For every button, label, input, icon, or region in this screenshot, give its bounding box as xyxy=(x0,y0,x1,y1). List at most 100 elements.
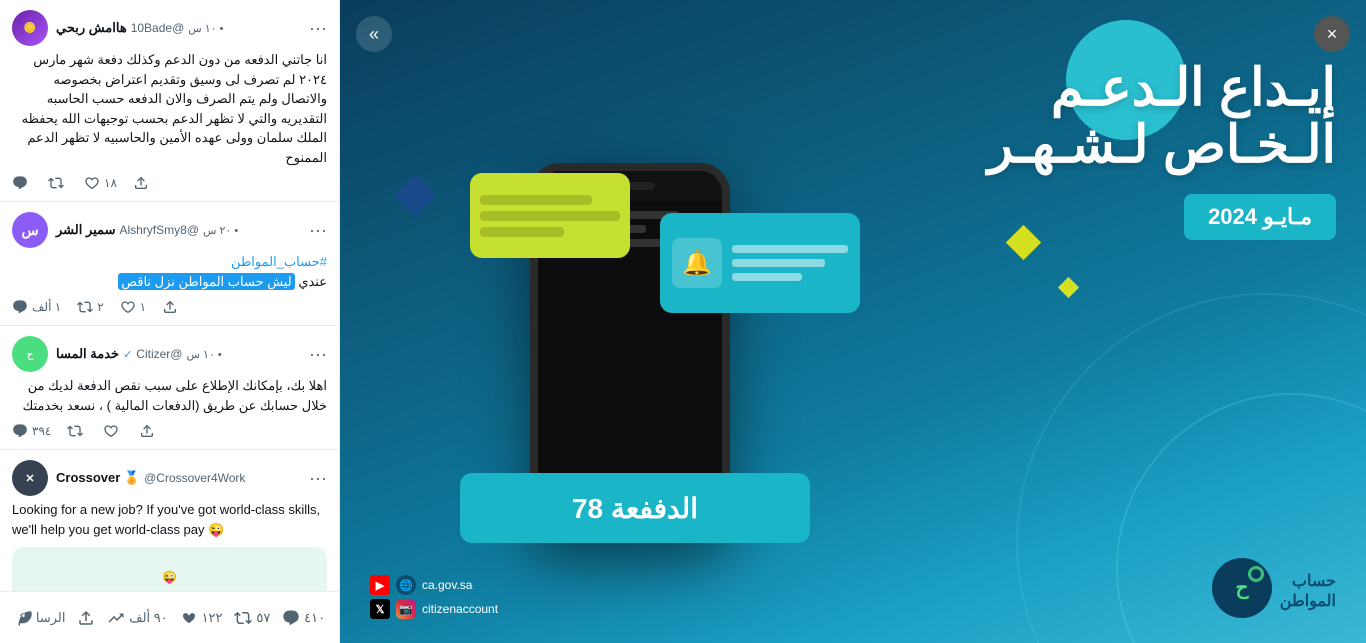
main-title: إيـداع الـدعـم الـخـاص لـشـهـر xyxy=(988,60,1336,174)
instagram-icon: 📷 xyxy=(396,599,416,619)
youtube-icon: ▶ xyxy=(370,575,390,595)
tweet-like-button[interactable]: ١ xyxy=(120,299,146,315)
tweet-time: • ٢٠ س xyxy=(203,224,238,237)
tweet-options-button[interactable]: ··· xyxy=(309,344,327,365)
tweet-actions: ٣٩٤ xyxy=(12,423,327,439)
tweet-retweet-button[interactable] xyxy=(67,423,87,439)
tweet-actions: ١٨ xyxy=(12,175,327,191)
main-title-line1: إيـداع الـدعـم xyxy=(988,60,1336,117)
logo-icon: ح xyxy=(1212,558,1272,623)
logo-area: ح حساب المواطن xyxy=(1212,558,1336,623)
tweet-item: ··· هاامش ربحي @10Bade • ١٠ س 🪙 انا جاتن… xyxy=(0,0,339,202)
back-button[interactable]: « xyxy=(356,16,392,52)
notif-lines xyxy=(732,245,848,281)
tweet-share-button[interactable] xyxy=(162,299,178,315)
retweet-stat-value: ٥٧ xyxy=(256,610,270,626)
svg-text:ح: ح xyxy=(1235,577,1249,600)
tweet-options-button[interactable]: ··· xyxy=(309,468,327,489)
promo-panel: « × إيـداع الـدعـم الـخـاص لـشـهـر مـايـ… xyxy=(340,0,1366,643)
notif-line xyxy=(732,259,825,267)
tweet-display-name: سمير الشر xyxy=(56,222,115,238)
notification-green xyxy=(470,173,630,258)
compose-label: الرسا xyxy=(36,610,66,626)
avatar: س xyxy=(12,212,48,248)
tweet-handle: @10Bade xyxy=(131,21,185,35)
social-handle: citizenaccount xyxy=(422,602,498,616)
avatar: ✕ xyxy=(12,460,48,496)
comment-stat-value: ٤١٠ xyxy=(304,610,325,626)
tweet-item: ✕ Crossover 🏅 @Crossover4Work ··· Lookin… xyxy=(0,450,339,591)
tweet-options-button[interactable]: ··· xyxy=(309,18,327,39)
tweet-meta: خدمة المسا ✓ @Citizer • ١٠ س xyxy=(56,346,301,362)
notif-line xyxy=(732,245,848,253)
tweet-reply-button[interactable]: ١ ألف xyxy=(12,299,61,315)
tweet-time: • ١٠ س xyxy=(188,22,223,35)
tweet-handle: @AlshryfSmy8 xyxy=(119,223,199,237)
tweet-hashtag-link[interactable]: #حساب_المواطن xyxy=(231,254,327,269)
avatar: 🪙 xyxy=(12,10,48,46)
logo-text-line2: المواطن xyxy=(1280,591,1336,611)
logo-text-line1: حساب xyxy=(1280,571,1336,591)
tweet-username-row: Crossover 🏅 @Crossover4Work xyxy=(56,470,301,486)
tweet-username-row: سمير الشر @AlshryfSmy8 • ٢٠ س xyxy=(56,222,301,238)
tweet-reply-button[interactable] xyxy=(12,175,32,191)
tweet-header: ✕ Crossover 🏅 @Crossover4Work ··· xyxy=(12,460,327,496)
payment-banner: الدففعة 78 xyxy=(460,473,810,543)
tweet-handle: @Crossover4Work xyxy=(144,471,245,485)
tweet-meta: سمير الشر @AlshryfSmy8 • ٢٠ س xyxy=(56,222,301,238)
notif-line xyxy=(480,227,564,237)
tweet-body: Looking for a new job? If you've got wor… xyxy=(12,500,327,539)
like-stat: ١٢٢ xyxy=(180,609,223,627)
tweet-reply-button[interactable]: ٣٩٤ xyxy=(12,423,51,439)
tweet-media-preview: 😜 xyxy=(12,547,327,591)
tweet-like-button[interactable]: ١٨ xyxy=(84,175,117,191)
notif-line xyxy=(480,211,620,221)
tweet-item: ··· سمير الشر @AlshryfSmy8 • ٢٠ س س #حسا… xyxy=(0,202,339,326)
bell-icon: 🔔 xyxy=(672,238,722,288)
tweet-retweet-button[interactable]: ٢ xyxy=(77,299,103,315)
tweet-display-name: Crossover 🏅 xyxy=(56,470,140,486)
like-stat-value: ١٢٢ xyxy=(202,610,223,626)
tweet-highlighted-text: ليش حساب المواطن نزل ناقص xyxy=(118,273,294,290)
tweet-actions: ١ ألف ٢ ١ xyxy=(12,299,327,315)
notification-blue: 🔔 xyxy=(660,213,860,313)
close-button[interactable]: × xyxy=(1314,16,1350,52)
chart-stat-value: ٩٠ ألف xyxy=(129,610,168,626)
tweet-list: ··· هاامش ربحي @10Bade • ١٠ س 🪙 انا جاتن… xyxy=(0,0,339,591)
tweet-body: اهلا بك، بإمكانك الإطلاع على سبب نقص الد… xyxy=(12,376,327,415)
social-row-2: 𝕏 📷 citizenaccount xyxy=(370,599,498,619)
tweet-share-button[interactable] xyxy=(133,175,149,191)
tweet-header: ··· خدمة المسا ✓ @Citizer • ١٠ س ح xyxy=(12,336,327,372)
tweet-username-row: هاامش ربحي @10Bade • ١٠ س xyxy=(56,20,301,36)
tweet-like-button[interactable] xyxy=(103,423,123,439)
tweet-body: انا جاتني الدفعه من دون الدعم وكذلك دفعة… xyxy=(12,50,327,167)
share-button[interactable] xyxy=(77,609,95,627)
compose-button[interactable]: الرسا xyxy=(14,609,66,627)
avatar: ح xyxy=(12,336,48,372)
twitter-feed-panel: ··· هاامش ربحي @10Bade • ١٠ س 🪙 انا جاتن… xyxy=(0,0,340,643)
tweet-options-button[interactable]: ··· xyxy=(309,220,327,241)
tweet-display-name: خدمة المسا xyxy=(56,346,119,362)
tweet-display-name: هاامش ربحي xyxy=(56,20,127,36)
tweet-meta: هاامش ربحي @10Bade • ١٠ س xyxy=(56,20,301,36)
tweet-retweet-button[interactable] xyxy=(48,175,68,191)
tweet-header: ··· سمير الشر @AlshryfSmy8 • ٢٠ س س xyxy=(12,212,327,248)
title-area: إيـداع الـدعـم الـخـاص لـشـهـر مـايـو 20… xyxy=(988,60,1336,240)
tweet-body: #حساب_المواطن عندي ليش حساب المواطن نزل … xyxy=(12,252,327,291)
chart-stat: ٩٠ ألف xyxy=(107,609,168,627)
main-title-line2: الـخـاص لـشـهـر xyxy=(988,117,1336,174)
x-icon: 𝕏 xyxy=(370,599,390,619)
tweet-share-button[interactable] xyxy=(139,423,155,439)
social-links-area: ▶ 🌐 ca.gov.sa 𝕏 📷 citizenaccount xyxy=(370,575,498,623)
tweet-time: • ١٠ س xyxy=(186,348,221,361)
social-row-1: ▶ 🌐 ca.gov.sa xyxy=(370,575,498,595)
logo-text: حساب المواطن xyxy=(1280,571,1336,611)
comment-stat: ٤١٠ xyxy=(282,609,325,627)
notif-line xyxy=(732,273,802,281)
tweet-header: ··· هاامش ربحي @10Bade • ١٠ س 🪙 xyxy=(12,10,327,46)
tweet-handle: @Citizer xyxy=(136,347,182,361)
website-icon: 🌐 xyxy=(396,575,416,595)
website-url: ca.gov.sa xyxy=(422,578,472,592)
tweet-username-row: خدمة المسا ✓ @Citizer • ١٠ س xyxy=(56,346,301,362)
payment-number: الدففعة 78 xyxy=(572,492,698,525)
